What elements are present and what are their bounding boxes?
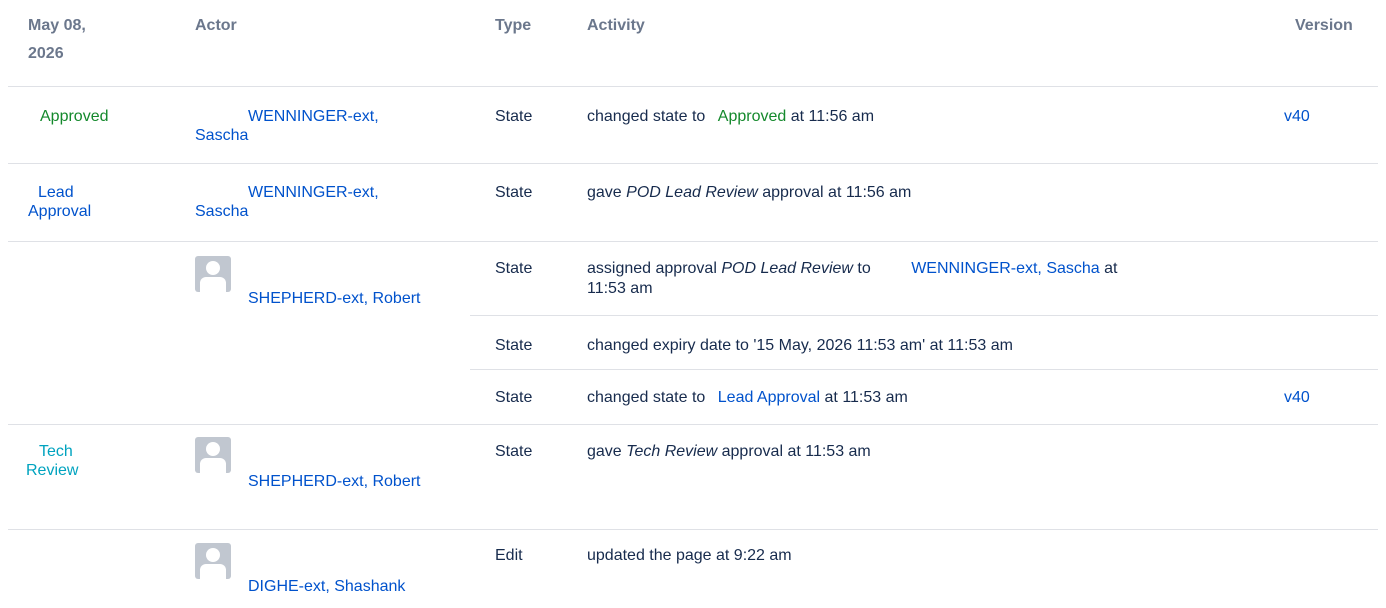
version-header: Version [1295,17,1353,34]
divider [8,241,1378,242]
activity-suffix: at 11:56 am [790,108,875,125]
activity-suffix: at [1104,260,1118,277]
activity-text-continued: 11:53 am [587,280,653,297]
divider [8,86,1378,87]
divider [8,424,1378,425]
activity-text: gave Tech Review approval at 11:53 am [587,442,871,461]
approval-name: POD Lead Review [721,260,853,277]
activity-suffix: approval at 11:56 am [762,184,912,201]
activity-prefix: changed state to [587,389,706,406]
event-type: State [495,443,533,460]
activity-text: updated the page at 9:22 am [587,547,792,564]
avatar-icon [195,437,231,473]
activity-text: changed expiry date to '15 May, 2026 11:… [587,337,1013,354]
event-type: Edit [495,547,523,564]
actor-header: Actor [195,17,237,34]
version-link[interactable]: v40 [1284,388,1310,407]
divider [470,369,1378,370]
approval-name: POD Lead Review [626,184,758,201]
date-header-month: May 08, [28,17,86,34]
state-label-tech-review[interactable]: Tech Review [26,442,106,480]
assignee-link[interactable]: WENNINGER-ext, Sascha [911,260,1099,277]
activity-text: gave POD Lead Review approval at 11:56 a… [587,183,911,202]
divider [470,315,1378,316]
activity-prefix: gave [587,184,622,201]
activity-text: changed state to Approved at 11:56 am [587,107,874,126]
activity-prefix: changed state to [587,108,706,125]
actor-link[interactable]: WENNINGER-ext, Sascha [195,107,435,145]
state-link-approved[interactable]: Approved [718,108,787,125]
event-type: State [495,260,533,277]
activity-mid: to [857,260,871,277]
divider [8,163,1378,164]
event-type: State [495,337,533,354]
event-type: State [495,389,533,406]
state-label-approved: Approved [40,108,109,125]
state-label-lead-approval[interactable]: Lead Approval [28,183,118,221]
avatar-icon [195,543,231,579]
activity-prefix: assigned approval [587,260,717,277]
actor-link[interactable]: DIGHE-ext, Shashank [248,577,405,596]
activity-text: changed state to Lead Approval at 11:53 … [587,388,908,407]
activity-suffix: approval at 11:53 am [721,443,871,460]
divider [8,529,1378,530]
date-header: May 08, 2026 [28,12,86,68]
approval-name: Tech Review [626,443,718,460]
activity-header: Activity [587,17,645,34]
activity-text: assigned approval POD Lead Review to WEN… [587,259,1117,278]
activity-suffix: at 11:53 am [824,389,908,406]
actor-link[interactable]: WENNINGER-ext, Sascha [195,183,435,221]
type-header: Type [495,17,532,34]
date-header-year: 2026 [28,45,64,62]
avatar-icon [195,256,231,292]
actor-link[interactable]: SHEPHERD-ext, Robert [195,289,435,308]
event-type: State [495,108,533,125]
event-type: State [495,184,533,201]
activity-prefix: gave [587,443,622,460]
actor-link[interactable]: SHEPHERD-ext, Robert [195,472,435,491]
state-link-lead-approval[interactable]: Lead Approval [718,389,820,406]
version-link[interactable]: v40 [1284,107,1310,126]
